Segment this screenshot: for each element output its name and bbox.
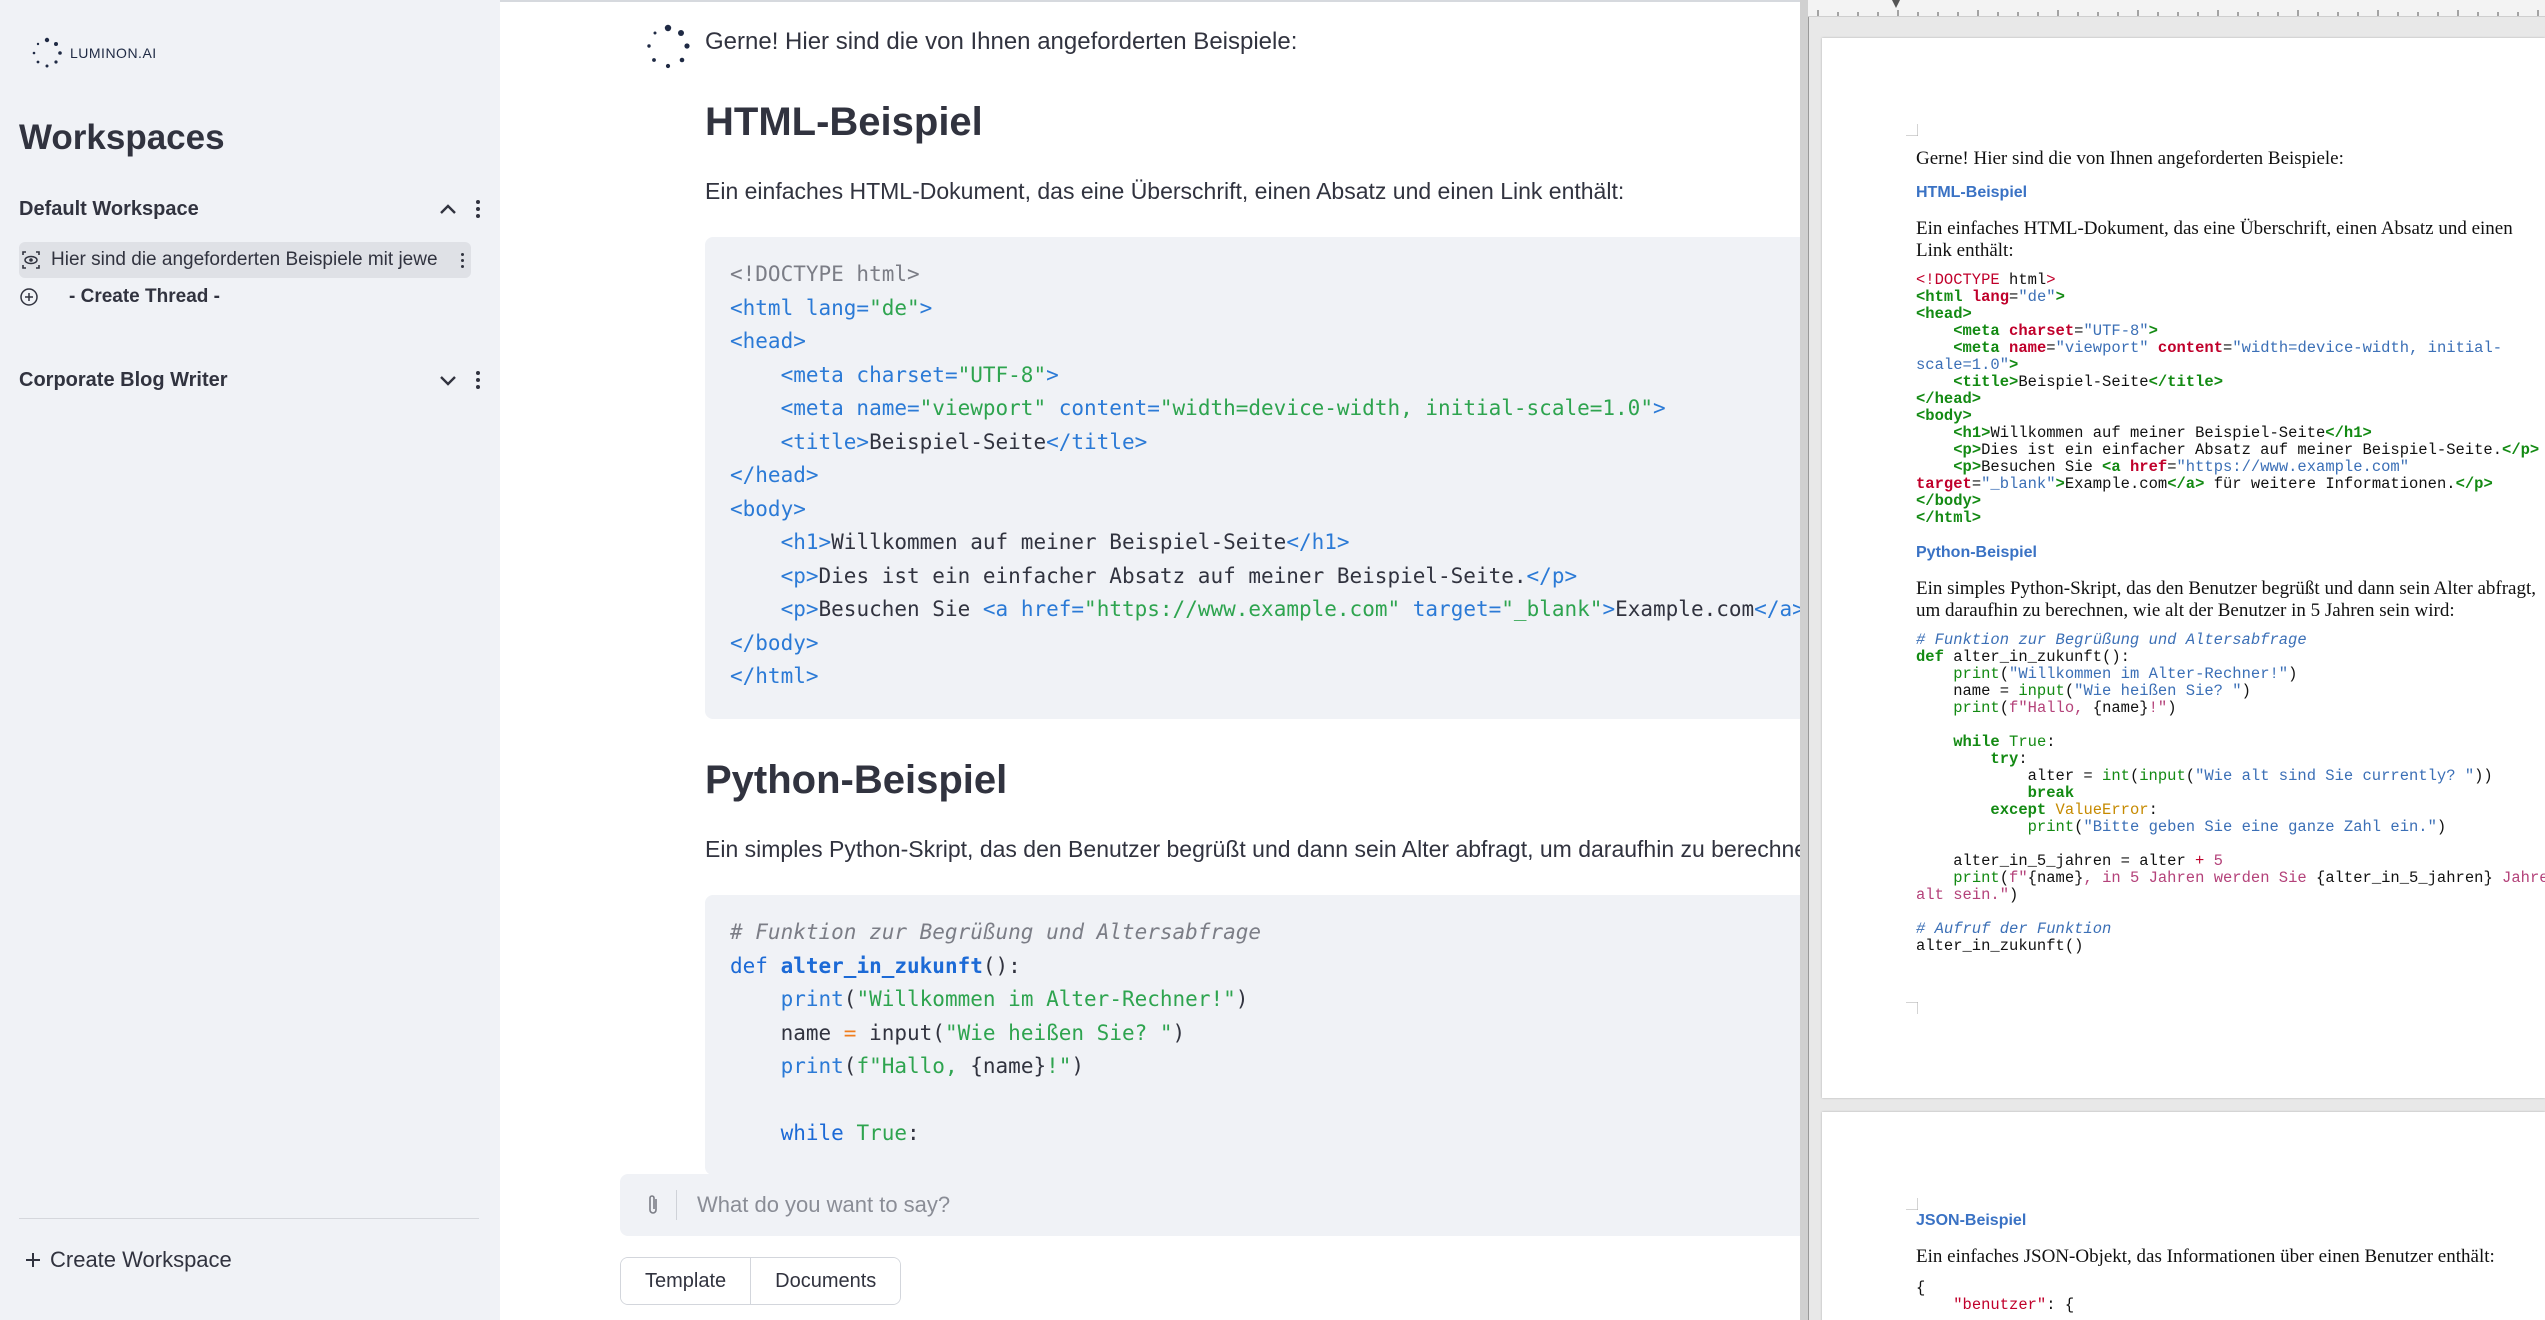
doc-python-code: # Funktion zur Begrüßung und Altersabfra… — [1916, 631, 2545, 955]
chat-input-bar — [620, 1174, 1800, 1236]
create-thread-button[interactable]: - Create Thread - — [19, 286, 220, 308]
doc-intro: Gerne! Hier sind die von Ihnen angeforde… — [1916, 148, 2344, 169]
tab-template[interactable]: Template — [621, 1258, 751, 1304]
doc-html-code: <!DOCTYPE html> <html lang="de"> <head> … — [1916, 271, 2540, 527]
html-heading: HTML-Beispiel — [705, 100, 983, 144]
html-description: Ein einfaches HTML-Dokument, das eine Üb… — [705, 178, 1625, 204]
plus-circle-icon — [19, 287, 39, 307]
page-corner-mark-icon — [1906, 1198, 1918, 1210]
html-code: <!DOCTYPE html> <html lang="de"> <head> … — [730, 262, 1800, 688]
chevron-down-icon[interactable] — [434, 366, 462, 394]
workspace-default[interactable]: Default Workspace — [19, 195, 484, 223]
horizontal-ruler[interactable] — [1808, 0, 2545, 17]
attach-paperclip-icon[interactable] — [642, 1190, 664, 1220]
sidebar-divider — [19, 1218, 479, 1219]
mode-tabs: Template Documents — [620, 1257, 902, 1305]
ruler-ticks-icon — [1817, 0, 2539, 16]
doc-python-desc-2: um daraufhin zu berechnen, wie alt der B… — [1916, 600, 2455, 621]
doc-html-desc-1: Ein einfaches HTML-Dokument, das eine Üb… — [1916, 218, 2513, 239]
chat-panel: Gerne! Hier sind die von Ihnen angeforde… — [500, 0, 1800, 1320]
assistant-intro-text: Gerne! Hier sind die von Ihnen angeforde… — [705, 28, 1298, 55]
doc-json-code: { "benutzer": { — [1916, 1279, 2075, 1314]
page-corner-mark-icon — [1906, 124, 1918, 136]
assistant-avatar-icon — [645, 24, 691, 70]
doc-python-heading: Python-Beispiel — [1916, 544, 2037, 561]
python-description: Ein simples Python-Skript, das den Benut… — [705, 836, 1800, 862]
document-preview-pane[interactable]: Gerne! Hier sind die von Ihnen angeforde… — [1800, 0, 2545, 1320]
sidebar: LUMINON.AI Workspaces Default Workspace … — [0, 0, 500, 1320]
page-corner-mark-icon — [1906, 1002, 1918, 1014]
create-thread-label: - Create Thread - — [69, 286, 220, 307]
tab-documents[interactable]: Documents — [750, 1258, 901, 1304]
python-code: # Funktion zur Begrüßung und Altersabfra… — [730, 920, 1262, 1145]
thread-title: Hier sind die angeforderten Beispiele mi… — [51, 249, 438, 270]
doc-json-heading: JSON-Beispiel — [1916, 1212, 2027, 1229]
thread-view-icon — [21, 250, 41, 270]
doc-html-desc-2: Link enthält: — [1916, 240, 2014, 261]
workspace-name: Default Workspace — [19, 197, 199, 220]
doc-python-desc-1: Ein simples Python-Skript, das den Benut… — [1916, 578, 2537, 599]
app-logo[interactable]: LUMINON.AI — [30, 36, 157, 70]
logo-text: LUMINON.AI — [70, 45, 157, 61]
create-workspace-button[interactable]: Create Workspace — [24, 1247, 232, 1273]
thread-item[interactable]: Hier sind die angeforderten Beispiele mi… — [19, 242, 471, 278]
input-separator — [676, 1190, 677, 1220]
thread-menu-icon[interactable] — [456, 250, 468, 270]
python-heading: Python-Beispiel — [705, 758, 1008, 802]
logo-mark-icon — [30, 36, 64, 70]
chevron-up-icon[interactable] — [434, 195, 462, 223]
doc-html-heading: HTML-Beispiel — [1916, 184, 2028, 201]
workspace-menu-icon[interactable] — [472, 195, 484, 223]
html-code-block[interactable]: <!DOCTYPE html> <html lang="de"> <head> … — [705, 237, 1800, 719]
workspace-menu-icon[interactable] — [472, 366, 484, 394]
top-border — [500, 0, 1800, 2]
python-code-block[interactable]: # Funktion zur Begrüßung und Altersabfra… — [705, 895, 1800, 1175]
pane-resize-handle[interactable] — [1800, 0, 1809, 1320]
document-page-2[interactable]: JSON-Beispiel Ein einfaches JSON-Objekt,… — [1822, 1112, 2545, 1320]
create-workspace-label: Create Workspace — [50, 1247, 232, 1272]
doc-json-desc: Ein einfaches JSON-Objekt, das Informati… — [1916, 1246, 2495, 1267]
document-page-1[interactable]: Gerne! Hier sind die von Ihnen angeforde… — [1822, 38, 2545, 1098]
workspace-corporate-blog-writer[interactable]: Corporate Blog Writer — [19, 366, 484, 394]
chat-message-input[interactable] — [695, 1191, 1599, 1219]
workspaces-title: Workspaces — [19, 118, 225, 157]
plus-icon — [24, 1251, 42, 1269]
workspace-name: Corporate Blog Writer — [19, 368, 228, 391]
